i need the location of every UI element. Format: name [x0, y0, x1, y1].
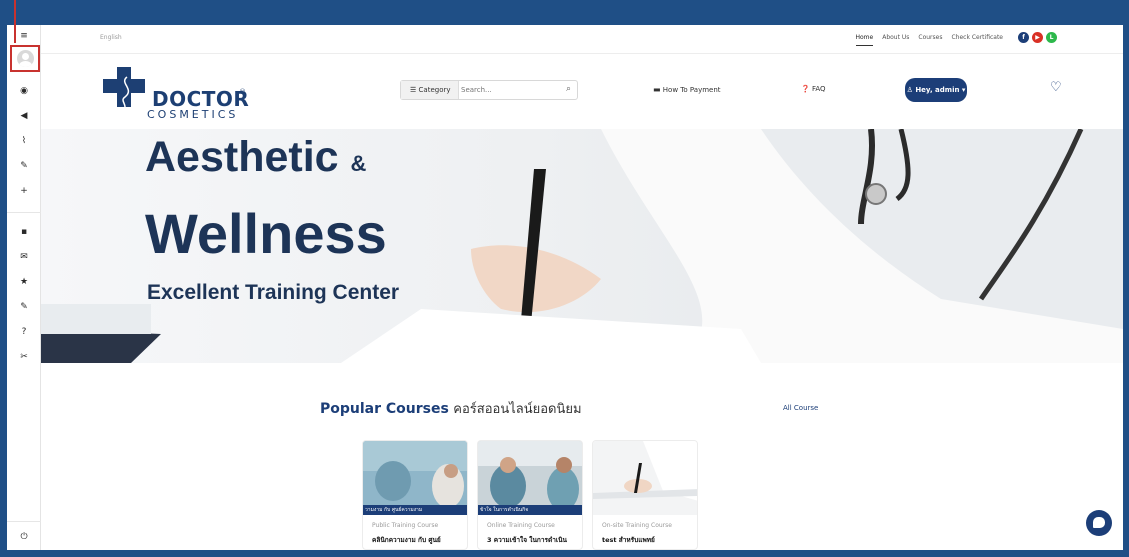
logo-registered: ®: [239, 88, 246, 96]
social-links: f ▶ L: [1018, 32, 1057, 43]
site-logo[interactable]: DOCTOR ® COSMETICS: [99, 63, 249, 121]
nav-home[interactable]: Home: [855, 34, 874, 46]
browser-viewport: ≡ ◉ ◀ ⌇ ✎ + ▪ ✉ ★ ✎ ? ✂ ⏻ English Home A…: [7, 25, 1123, 550]
line-icon[interactable]: L: [1046, 32, 1057, 43]
how-to-payment-label: How To Payment: [662, 86, 721, 94]
hero-title-line1: Aesthetic &: [145, 133, 366, 182]
facebook-icon[interactable]: f: [1018, 32, 1029, 43]
admin-sidebar: ≡ ◉ ◀ ⌇ ✎ + ▪ ✉ ★ ✎ ? ✂ ⏻: [7, 25, 41, 550]
hero-banner: Aesthetic & Wellness Excellent Training …: [41, 129, 1123, 363]
plus-icon[interactable]: +: [7, 183, 41, 199]
search-icon[interactable]: ⌕: [566, 84, 571, 94]
question-circle-icon: ❓: [801, 85, 810, 93]
nav-courses[interactable]: Courses: [918, 34, 942, 46]
course-image: [363, 441, 467, 515]
user-menu-button[interactable]: ♙ Hey, admin ▾: [905, 78, 967, 102]
caret-down-icon: ▾: [961, 86, 966, 94]
edit-icon[interactable]: ✎: [7, 299, 41, 315]
course-type: Online Training Course: [487, 522, 555, 529]
logo-subtitle: COSMETICS: [147, 108, 239, 121]
chat-button[interactable]: [1086, 510, 1112, 536]
nav-check-certificate[interactable]: Check Certificate: [951, 34, 1003, 46]
language-selector[interactable]: English: [100, 34, 122, 41]
course-image-caption: วามงาม กับ ศูนย์ความงาม: [365, 507, 423, 513]
course-image-caption: ข้าใจ ในการดำเนินกิจ: [480, 507, 529, 513]
megaphone-icon[interactable]: ◀: [7, 108, 41, 124]
tools-icon[interactable]: ✂: [7, 349, 41, 365]
category-button[interactable]: ☰ Category: [401, 81, 459, 99]
user-menu-label: Hey, admin: [915, 86, 960, 94]
course-title: test สำหรับแพทย์: [602, 536, 655, 544]
user-icon: ♙: [906, 86, 913, 94]
hero-title-line2: Wellness: [145, 202, 387, 265]
popular-title-en: Popular Courses: [320, 401, 449, 417]
course-image: [593, 441, 697, 515]
user-avatar-highlight[interactable]: [10, 45, 40, 72]
wishlist-heart-icon[interactable]: ♡: [1050, 80, 1062, 95]
chat-bubble-icon: [1093, 517, 1105, 528]
course-image: [478, 441, 582, 515]
site-header: DOCTOR ® COSMETICS ☰ Category ⌕ ▬ How To…: [41, 55, 1123, 130]
power-icon[interactable]: ⏻: [7, 529, 41, 545]
avatar[interactable]: [17, 50, 34, 67]
faq-link[interactable]: ❓ FAQ: [801, 85, 826, 93]
pin-icon[interactable]: ✎: [7, 158, 41, 174]
course-title: คลินิกความงาม กับ ศูนย์: [372, 536, 441, 544]
hero-title-amp: &: [350, 151, 367, 176]
annotation-pointer: [14, 0, 16, 43]
all-course-link[interactable]: All Course: [783, 404, 818, 412]
faq-label: FAQ: [811, 85, 826, 93]
course-type: On-site Training Course: [602, 522, 672, 529]
course-card[interactable]: On-site Training Course test สำหรับแพทย์: [592, 440, 698, 550]
top-nav: Home About Us Courses Check Certificate: [855, 34, 1003, 46]
search-input[interactable]: [461, 82, 556, 98]
category-label: Category: [418, 86, 451, 94]
wallet-icon: ▬: [653, 85, 661, 94]
top-bar: English Home About Us Courses Check Cert…: [41, 25, 1123, 54]
course-type: Public Training Course: [372, 522, 439, 529]
hero-title-aesthetic: Aesthetic: [145, 133, 339, 181]
hero-subtitle: Excellent Training Center: [147, 281, 400, 304]
chart-icon[interactable]: ⌇: [7, 133, 41, 149]
how-to-payment-link[interactable]: ▬ How To Payment: [653, 85, 721, 94]
dashboard-icon[interactable]: ◉: [7, 83, 41, 99]
star-icon[interactable]: ★: [7, 274, 41, 290]
youtube-icon[interactable]: ▶: [1032, 32, 1043, 43]
menu-toggle-icon[interactable]: ≡: [7, 28, 41, 44]
course-card[interactable]: วามงาม กับ ศูนย์ความงาม Public Training …: [362, 440, 468, 550]
book-icon[interactable]: ▪: [7, 224, 41, 240]
nav-about-us[interactable]: About Us: [882, 34, 909, 46]
search-bar: ☰ Category ⌕: [400, 80, 578, 100]
popular-title-th: คอร์สออนไลน์ยอดนิยม: [453, 402, 582, 417]
course-title: 3 ความเข้าใจ ในการดำเนิน: [487, 536, 567, 544]
hamburger-icon: ☰: [410, 86, 417, 94]
course-card[interactable]: ข้าใจ ในการดำเนินกิจ Online Training Cou…: [477, 440, 583, 550]
popular-courses-title: Popular Courses คอร์สออนไลน์ยอดนิยม: [320, 398, 582, 419]
question-icon[interactable]: ?: [7, 324, 41, 340]
mail-icon[interactable]: ✉: [7, 249, 41, 265]
